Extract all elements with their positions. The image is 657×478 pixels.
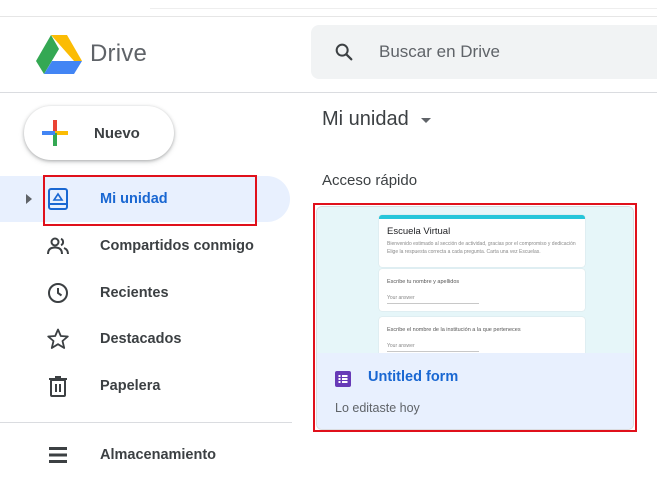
page-title[interactable]: Mi unidad xyxy=(322,108,431,131)
sidebar-item-label: Destacados xyxy=(100,331,182,347)
star-icon xyxy=(47,328,69,349)
people-icon xyxy=(47,237,69,255)
search-icon[interactable] xyxy=(333,41,355,63)
drive-logo-icon[interactable] xyxy=(36,34,82,74)
sidebar-divider xyxy=(0,422,292,423)
highlight-box-my-drive xyxy=(43,175,257,226)
search-bar[interactable] xyxy=(311,25,657,79)
sidebar-item-recent[interactable]: Recientes xyxy=(0,270,290,316)
new-button[interactable]: Nuevo xyxy=(24,106,174,160)
top-divider xyxy=(0,16,657,17)
new-button-label: Nuevo xyxy=(94,124,140,142)
app-name[interactable]: Drive xyxy=(90,40,147,68)
header-divider xyxy=(0,92,657,93)
sidebar-item-starred[interactable]: Destacados xyxy=(0,316,290,362)
clock-icon xyxy=(48,283,68,303)
sidebar-item-storage[interactable]: Almacenamiento xyxy=(0,432,290,478)
expand-arrow-icon[interactable] xyxy=(26,194,32,204)
sidebar-item-trash[interactable]: Papelera xyxy=(0,363,290,409)
sidebar-item-shared[interactable]: Compartidos conmigo xyxy=(0,223,290,269)
highlight-box-card xyxy=(313,203,637,432)
chevron-down-icon xyxy=(420,118,431,123)
quick-access-heading: Acceso rápido xyxy=(322,172,418,189)
plus-icon xyxy=(42,120,68,146)
sidebar-item-label: Almacenamiento xyxy=(100,447,217,463)
sidebar-item-label: Compartidos conmigo xyxy=(100,238,254,254)
sidebar-item-label: Papelera xyxy=(100,378,161,394)
sidebar-item-label: Recientes xyxy=(100,285,169,301)
storage-icon xyxy=(49,447,67,463)
trash-icon xyxy=(49,376,67,397)
top-divider-faint xyxy=(150,8,657,9)
search-input[interactable] xyxy=(377,41,641,63)
page-title-text: Mi unidad xyxy=(322,108,409,130)
